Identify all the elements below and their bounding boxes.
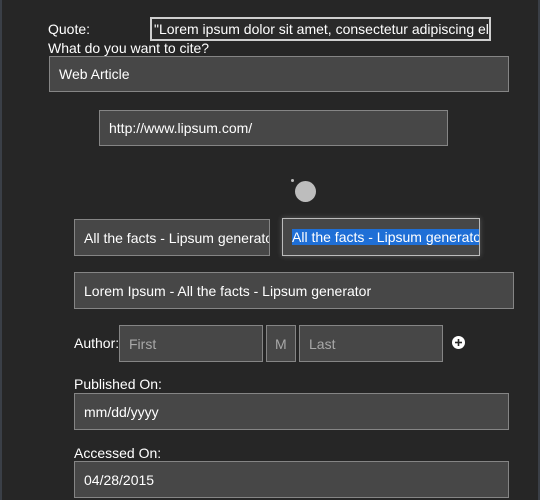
author-middle-placeholder: M: [275, 335, 287, 352]
url-value: http://www.lipsum.com/: [109, 120, 253, 136]
loading-dot-small: [291, 179, 294, 182]
cite-question-label: What do you want to cite?: [48, 40, 210, 56]
loading-spinner-icon: [295, 181, 316, 202]
author-label: Author:: [74, 335, 120, 351]
author-last-placeholder: Last: [309, 335, 336, 352]
quote-text-box[interactable]: "Lorem ipsum dolor sit amet, consectetur…: [150, 17, 491, 41]
title-option-right-value: All the facts - Lipsum generator: [292, 229, 479, 245]
author-middle-input[interactable]: M: [266, 325, 296, 362]
plus-circle-icon: [455, 339, 462, 346]
citation-form: Quote: "Lorem ipsum dolor sit amet, cons…: [0, 0, 540, 500]
author-first-placeholder: First: [129, 335, 157, 352]
quote-text: "Lorem ipsum dolor sit amet, consectetur…: [154, 21, 491, 37]
cite-type-field[interactable]: Web Article: [49, 56, 509, 92]
author-first-input[interactable]: First: [119, 325, 263, 362]
published-date-input[interactable]: mm/dd/yyyy: [74, 393, 509, 430]
cite-type-value: Web Article: [59, 66, 130, 82]
published-label: Published On:: [74, 376, 162, 392]
accessed-label: Accessed On:: [74, 445, 162, 461]
accessed-date-input[interactable]: 04/28/2015: [74, 461, 509, 498]
title-option-left-value: All the facts - Lipsum generator: [84, 229, 270, 246]
add-author-button[interactable]: [452, 336, 465, 349]
author-last-input[interactable]: Last: [299, 325, 443, 362]
full-title-field[interactable]: Lorem Ipsum - All the facts - Lipsum gen…: [74, 272, 514, 309]
title-option-left[interactable]: All the facts - Lipsum generator: [74, 219, 270, 256]
title-option-right[interactable]: All the facts - Lipsum generator: [282, 218, 480, 256]
full-title-value: Lorem Ipsum - All the facts - Lipsum gen…: [84, 282, 372, 299]
published-date-value: mm/dd/yyyy: [84, 403, 159, 420]
quote-label: Quote:: [48, 21, 91, 37]
url-input[interactable]: http://www.lipsum.com/: [99, 110, 448, 146]
accessed-date-value: 04/28/2015: [84, 471, 155, 488]
